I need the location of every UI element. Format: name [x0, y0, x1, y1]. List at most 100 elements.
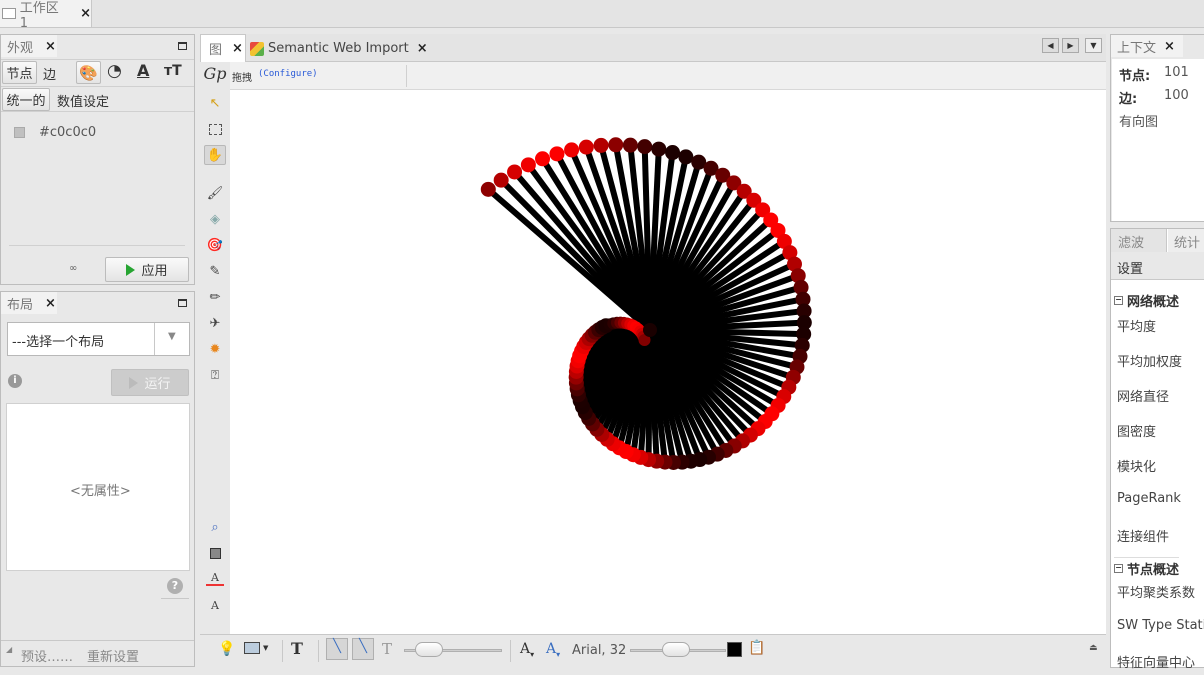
graph-node[interactable]	[608, 137, 624, 153]
tab-list-dropdown-icon[interactable]: ▼	[1085, 38, 1102, 53]
graph-node[interactable]	[549, 146, 565, 162]
tab-semantic-web-import[interactable]: Semantic Web Import ×	[248, 36, 428, 61]
zoom-fit-icon[interactable]: ⌕	[206, 518, 224, 536]
stat-network-diameter[interactable]: 网络直径	[1117, 386, 1169, 405]
tab-graph[interactable]: 图 ×	[200, 34, 246, 62]
workspace-tab-close-icon[interactable]: ×	[80, 6, 91, 21]
collapse-icon[interactable]: −	[1114, 296, 1123, 305]
stat-modularity[interactable]: 模块化	[1117, 456, 1156, 475]
tab-ranking[interactable]: 数值设定	[57, 91, 109, 110]
network-overview-header[interactable]: − 网络概述	[1114, 291, 1179, 310]
graph-node[interactable]	[665, 145, 681, 161]
scroll-right-icon[interactable]: ▶	[1062, 38, 1079, 53]
help-icon[interactable]: ?	[167, 578, 183, 594]
label-color-swatch[interactable]	[727, 642, 742, 657]
reset-link[interactable]: 重新设置	[87, 646, 139, 665]
graph-node[interactable]	[622, 137, 638, 153]
stat-pagerank[interactable]: PageRank	[1117, 491, 1181, 506]
chevron-down-icon[interactable]: ▼	[168, 331, 176, 342]
tab-nodes[interactable]: 节点	[2, 61, 37, 84]
shortest-path-icon[interactable]: ✈	[206, 314, 224, 332]
show-labels-icon[interactable]: T	[291, 639, 303, 658]
graph-canvas[interactable]	[230, 90, 1106, 634]
layout-select[interactable]: ---选择一个布局 ▼	[7, 322, 190, 356]
info-icon[interactable]: i	[8, 374, 22, 388]
stat-graph-density[interactable]: 图密度	[1117, 421, 1156, 440]
palette-size-icon[interactable]: 🎯	[206, 236, 224, 254]
graph-node[interactable]	[535, 151, 551, 167]
context-close-icon[interactable]: ×	[1164, 39, 1175, 54]
layout-panel-header: 布局 ×	[1, 292, 57, 314]
edge-label-icon[interactable]: T	[382, 640, 392, 658]
stat-average-degree[interactable]: 平均度	[1117, 316, 1156, 335]
chain-icon[interactable]: ∞	[69, 263, 77, 274]
background-color-icon[interactable]	[206, 544, 224, 562]
minimize-icon[interactable]	[178, 42, 187, 50]
collapse-icon[interactable]: −	[1114, 564, 1123, 573]
graph-node[interactable]	[578, 139, 594, 155]
graph-node[interactable]	[507, 164, 523, 180]
painter-icon[interactable]: 🖌	[206, 184, 224, 202]
tab-semantic-close-icon[interactable]: ×	[417, 41, 428, 56]
drag-hand-icon[interactable]: ✋	[204, 145, 226, 165]
font-label[interactable]: Arial, 32	[572, 643, 626, 658]
tab-filters[interactable]: 滤波	[1111, 229, 1167, 252]
tab-edges[interactable]: 边	[43, 64, 56, 83]
node-overview-header[interactable]: − 节点概述	[1114, 557, 1180, 578]
rect-select-icon[interactable]	[206, 120, 224, 138]
graph-node[interactable]	[637, 139, 653, 155]
apply-button[interactable]: 应用	[105, 257, 189, 282]
stat-avg-clustering[interactable]: 平均聚类系数	[1117, 582, 1195, 601]
edge-pencil-icon[interactable]: ✏	[206, 288, 224, 306]
graph-node[interactable]	[651, 141, 667, 157]
size-icon[interactable]: ◔	[107, 61, 122, 81]
graph-node[interactable]	[564, 142, 580, 158]
tab-statistics[interactable]: 统计	[1168, 229, 1204, 252]
stat-connected-components[interactable]: 连接组件	[1117, 526, 1169, 545]
workspace-tab[interactable]: 工作区 1 ×	[0, 0, 92, 31]
screenshot-icon[interactable]	[244, 642, 260, 654]
stat-eigenvector[interactable]: 特征向量中心	[1117, 652, 1195, 671]
expand-icon[interactable]: ◢	[6, 645, 12, 654]
scroll-left-icon[interactable]: ◀	[1042, 38, 1059, 53]
clipboard-icon[interactable]: 📋	[748, 640, 765, 656]
edge-color-icon[interactable]: ╲	[352, 638, 374, 660]
graph-node[interactable]	[678, 149, 694, 165]
color-palette-icon[interactable]: 🎨	[76, 61, 101, 84]
tab-graph-close-icon[interactable]: ×	[232, 41, 243, 56]
graph-hub-node[interactable]	[643, 323, 657, 337]
chevron-down-icon[interactable]: ▼	[263, 644, 268, 652]
select-arrow-icon[interactable]: ↖	[206, 94, 224, 112]
edge-straight-icon[interactable]: ╲	[326, 638, 348, 660]
graph-visualization[interactable]	[230, 90, 1106, 634]
label-size-slider-knob[interactable]	[662, 642, 690, 657]
configure-link[interactable]: (Configure)	[258, 69, 318, 79]
edit-question-icon[interactable]: ⍰	[206, 366, 224, 384]
label-font-icon[interactable]: A	[206, 596, 224, 614]
layout-close-icon[interactable]: ×	[45, 296, 56, 311]
graph-node[interactable]	[493, 172, 509, 188]
graph-node[interactable]	[480, 181, 496, 197]
label-size-icon[interactable]: тT	[164, 63, 182, 79]
diamond-icon[interactable]: ◈	[206, 210, 224, 228]
color-swatch[interactable]	[14, 127, 25, 138]
label-color-icon[interactable]: A	[206, 570, 224, 586]
lightbulb-icon[interactable]: 💡	[218, 641, 235, 657]
font-size-icon[interactable]: A▾	[520, 641, 534, 659]
stats-settings[interactable]: 设置	[1111, 252, 1204, 280]
pencil-icon[interactable]: ✎	[206, 262, 224, 280]
label-color-icon[interactable]: A	[137, 61, 149, 80]
run-button[interactable]: 运行	[111, 369, 189, 396]
edge-weight-slider-knob[interactable]	[415, 642, 443, 657]
stat-sw-type[interactable]: SW Type Statis	[1117, 618, 1204, 633]
heat-map-icon[interactable]: ✹	[206, 340, 224, 358]
expand-up-icon[interactable]: ⏏	[1089, 643, 1098, 653]
presets-link[interactable]: 预设……	[21, 646, 73, 665]
stat-average-weighted-degree[interactable]: 平均加权度	[1117, 351, 1182, 370]
font-color-icon[interactable]: A▾	[546, 641, 560, 659]
graph-node[interactable]	[520, 157, 536, 173]
appearance-close-icon[interactable]: ×	[45, 39, 56, 54]
graph-node[interactable]	[593, 137, 609, 153]
minimize-icon[interactable]	[178, 299, 187, 307]
tab-unique[interactable]: 统一的	[2, 88, 50, 111]
